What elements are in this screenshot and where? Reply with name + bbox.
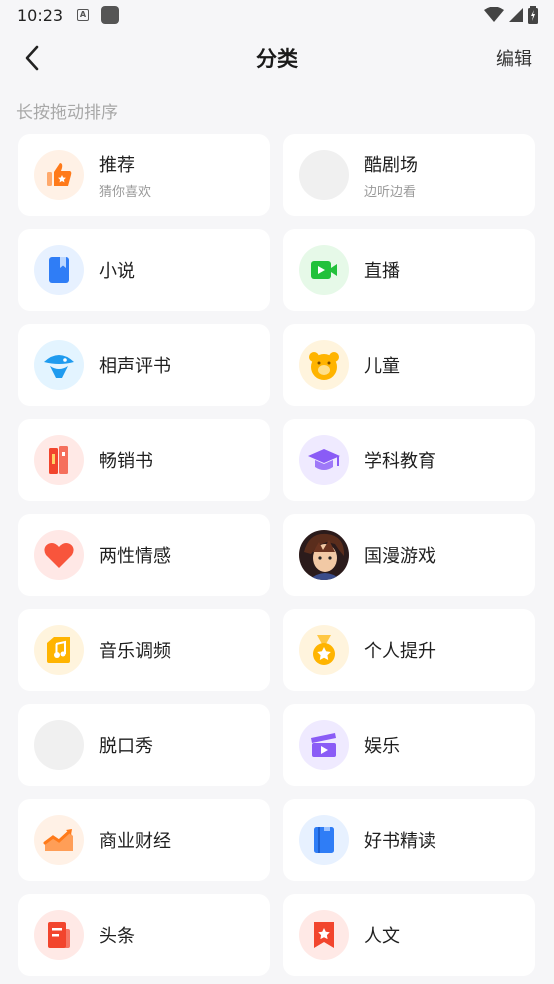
category-text: 直播 [364,257,400,283]
category-card[interactable]: 头条 [18,894,270,976]
signal-icon [509,8,523,22]
category-text: 个人提升 [364,637,436,663]
category-text: 小说 [99,257,135,283]
category-card[interactable]: 小说 [18,229,270,311]
category-title: 推荐 [99,154,135,176]
status-bar: 10:23 A [0,0,554,32]
bear-face-icon [299,340,349,390]
category-title: 畅销书 [99,451,153,472]
category-text: 商业财经 [99,827,171,853]
category-card[interactable]: 儿童 [283,324,535,406]
music-note-icon [34,625,84,675]
sort-hint: 长按拖动排序 [16,103,118,123]
news-page-icon [34,910,84,960]
category-grid: 推荐猜你喜欢 酷剧场边听边看小说 直播相声评书 儿童畅销书 学科教育两性情感 国漫游戏音乐… [18,134,536,976]
category-text: 音乐调频 [99,637,171,663]
status-time: 10:23 [17,6,64,25]
page-title: 分类 [256,47,298,71]
category-title: 脱口秀 [99,736,153,757]
book-bookmark-icon [34,245,84,295]
category-card[interactable]: 音乐调频 [18,609,270,691]
category-title: 两性情感 [99,546,171,567]
category-title: 学科教育 [364,451,436,472]
category-card[interactable]: 娱乐 [283,704,535,786]
category-text: 酷剧场 边听边看 [364,151,418,200]
category-card[interactable]: 酷剧场 边听边看 [283,134,535,216]
category-text: 好书精读 [364,827,436,853]
category-title: 个人提升 [364,641,436,662]
category-card[interactable]: 直播 [283,229,535,311]
graduation-cap-icon [299,435,349,485]
category-text: 相声评书 [99,352,171,378]
category-card[interactable]: 脱口秀 [18,704,270,786]
video-camera-icon [299,245,349,295]
category-title: 小说 [99,261,135,282]
thumbs-up-star-icon [34,150,84,200]
category-title: 儿童 [364,356,400,377]
anime-character-icon [299,530,349,580]
category-text: 畅销书 [99,447,153,473]
category-text: 推荐 猜你喜欢 [99,151,151,200]
category-text: 头条 [99,922,135,948]
battery-icon [528,6,538,24]
category-title: 直播 [364,261,400,282]
trend-chart-icon [34,815,84,865]
category-text: 人文 [364,922,400,948]
category-card[interactable]: 两性情感 [18,514,270,596]
category-title: 相声评书 [99,356,171,377]
category-title: 头条 [99,926,135,947]
bookmark-star-icon [299,910,349,960]
notification-square-icon [101,6,119,24]
category-card[interactable]: 学科教育 [283,419,535,501]
category-text: 脱口秀 [99,732,153,758]
heart-icon [34,530,84,580]
category-card[interactable]: 个人提升 [283,609,535,691]
category-text: 两性情感 [99,542,171,568]
wifi-icon [484,7,504,22]
category-title: 商业财经 [99,831,171,852]
nav-header: 分类 编辑 [0,36,554,80]
category-title: 国漫游戏 [364,546,436,567]
category-card[interactable]: 人文 [283,894,535,976]
blue-book-icon [299,815,349,865]
edit-button[interactable]: 编辑 [496,45,532,71]
category-card[interactable]: 推荐 猜你喜欢 [18,134,270,216]
category-card[interactable]: 相声评书 [18,324,270,406]
category-title: 酷剧场 [364,154,418,176]
category-card[interactable]: 畅销书 [18,419,270,501]
category-title: 人文 [364,926,400,947]
category-title: 好书精读 [364,831,436,852]
category-title: 娱乐 [364,736,400,757]
notification-a-icon: A [77,9,89,21]
books-icon [34,435,84,485]
blank-icon [299,150,349,200]
category-subtitle: 边听边看 [364,184,417,200]
category-title: 音乐调频 [99,641,171,662]
category-card[interactable]: 好书精读 [283,799,535,881]
category-text: 国漫游戏 [364,542,436,568]
category-card[interactable]: 国漫游戏 [283,514,535,596]
category-subtitle: 猜你喜欢 [99,184,152,200]
medal-icon [299,625,349,675]
blank-icon [34,720,84,770]
status-icons [484,6,538,24]
category-card[interactable]: 商业财经 [18,799,270,881]
category-text: 娱乐 [364,732,400,758]
clapperboard-icon [299,720,349,770]
category-text: 学科教育 [364,447,436,473]
fan-icon [34,340,84,390]
category-text: 儿童 [364,352,400,378]
